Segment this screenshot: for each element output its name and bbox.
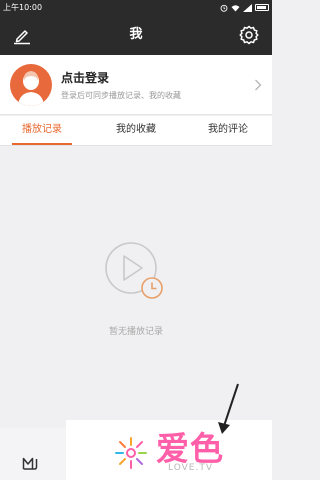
alarm-icon bbox=[220, 4, 228, 12]
tab-favorites[interactable]: 我的收藏 bbox=[104, 116, 168, 146]
tv-logo-icon[interactable] bbox=[22, 455, 38, 471]
battery-icon bbox=[255, 4, 269, 11]
login-subtitle: 登录后可同步播放记录、我的收藏 bbox=[61, 91, 181, 100]
empty-state-text: 暂无播放记录 bbox=[108, 327, 163, 337]
wifi-icon bbox=[231, 4, 240, 11]
signal-icon bbox=[243, 3, 252, 12]
status-bar: 上午10:00 bbox=[0, 0, 272, 15]
status-icons bbox=[220, 3, 269, 12]
flower-logo-icon bbox=[115, 437, 147, 469]
login-title[interactable]: 点击登录 bbox=[61, 69, 109, 86]
tab-bar: 播放记录 我的收藏 我的评论 bbox=[0, 116, 272, 146]
watermark-subtext: LOVE.TV bbox=[168, 463, 213, 473]
chevron-right-icon[interactable] bbox=[254, 79, 262, 91]
login-row[interactable]: 点击登录 登录后可同步播放记录、我的收藏 bbox=[0, 55, 272, 115]
annotation-arrow bbox=[218, 383, 239, 434]
gear-icon[interactable] bbox=[238, 24, 260, 46]
default-avatar-icon[interactable] bbox=[10, 64, 52, 106]
page-title: 我 bbox=[129, 27, 143, 42]
tab-play-history[interactable]: 播放记录 bbox=[12, 116, 72, 146]
status-time: 上午10:00 bbox=[3, 3, 43, 12]
tab-comments[interactable]: 我的评论 bbox=[196, 116, 260, 146]
play-history-icon bbox=[105, 242, 163, 299]
active-tab-indicator bbox=[12, 143, 72, 145]
nav-bar: 我 bbox=[0, 15, 272, 55]
